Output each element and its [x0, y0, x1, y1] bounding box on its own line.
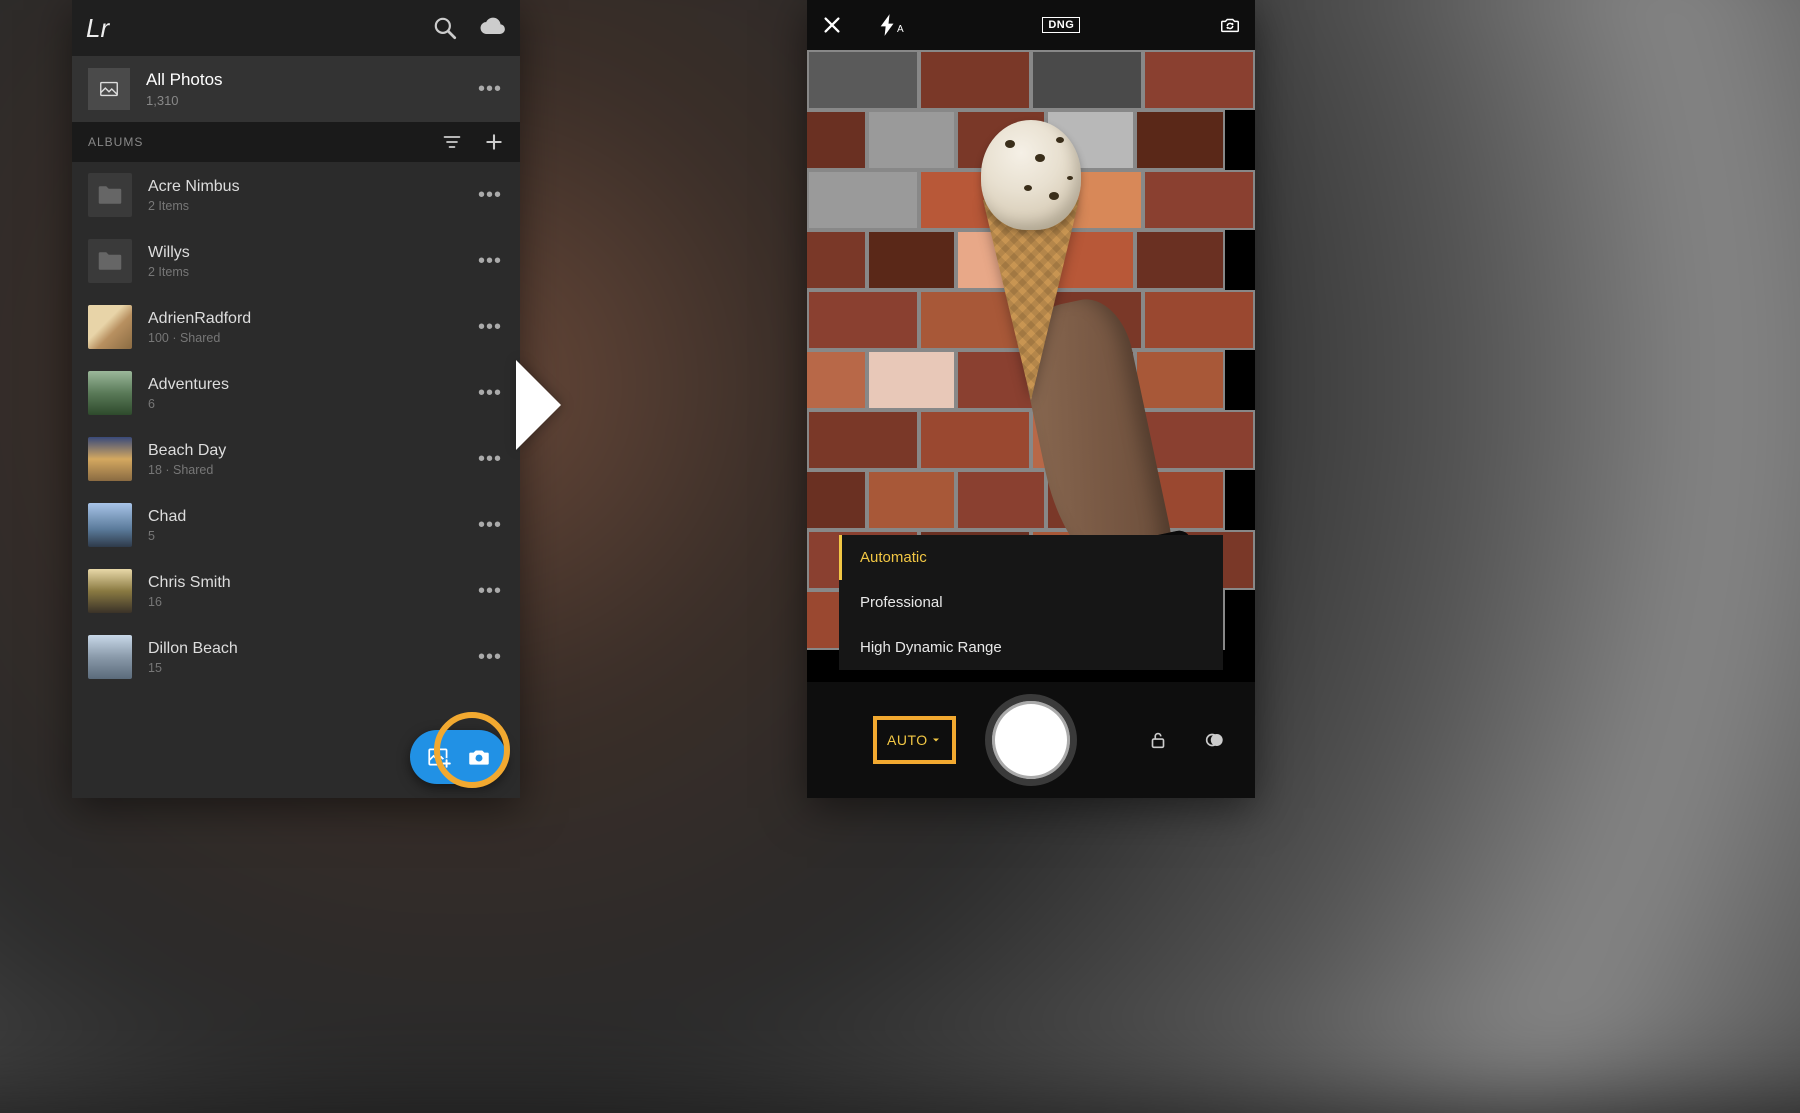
album-name: Chad: [148, 508, 476, 526]
album-name: AdrienRadford: [148, 310, 476, 328]
viewfinder-subject-cone: [983, 200, 1079, 400]
mode-select-label: AUTO: [887, 732, 928, 748]
album-name: Acre Nimbus: [148, 178, 476, 196]
all-photos-thumb: [88, 68, 130, 110]
album-row[interactable]: Adventures 6•••: [72, 360, 520, 426]
album-meta: 2 Items: [148, 265, 476, 279]
all-photos-title: All Photos: [146, 70, 476, 90]
album-meta: 18 · Shared: [148, 463, 476, 477]
add-photos-icon[interactable]: [426, 744, 452, 770]
album-meta: 16: [148, 595, 476, 609]
cloud-sync-icon[interactable]: [480, 15, 506, 41]
camera-mode-option[interactable]: Professional: [839, 580, 1223, 625]
open-camera-button[interactable]: [462, 740, 496, 774]
album-row[interactable]: Acre Nimbus 2 Items•••: [72, 162, 520, 228]
camera-mode-menu: AutomaticProfessionalHigh Dynamic Range: [839, 535, 1223, 670]
album-more-icon[interactable]: •••: [476, 316, 504, 339]
album-name: Dillon Beach: [148, 640, 476, 658]
transition-arrow-icon: [516, 360, 561, 450]
camera-mode-option[interactable]: High Dynamic Range: [839, 625, 1223, 670]
album-meta: 6: [148, 397, 476, 411]
flash-mode-label: A: [897, 24, 904, 35]
album-thumbnail: [88, 569, 132, 613]
phone-camera-view: A DNG AutomaticProfessionalHigh Dynamic …: [807, 0, 1255, 798]
mode-select-button[interactable]: AUTO: [873, 716, 956, 764]
format-badge[interactable]: DNG: [1042, 17, 1080, 33]
phone-library-view: Lr All Photos 1,310 ••• ALBUMS Acre Nimb…: [72, 0, 520, 798]
album-meta: 5: [148, 529, 476, 543]
all-photos-row[interactable]: All Photos 1,310 •••: [72, 56, 520, 122]
folder-icon: [88, 239, 132, 283]
albums-header: ALBUMS: [72, 122, 520, 162]
flash-icon: [877, 14, 899, 36]
album-meta: 15: [148, 661, 476, 675]
album-name: Chris Smith: [148, 574, 476, 592]
album-name: Beach Day: [148, 442, 476, 460]
album-thumbnail: [88, 635, 132, 679]
sort-icon[interactable]: [442, 132, 462, 152]
album-more-icon[interactable]: •••: [476, 382, 504, 405]
close-icon[interactable]: [821, 14, 843, 36]
album-more-icon[interactable]: •••: [476, 580, 504, 603]
album-row[interactable]: Chad 5•••: [72, 492, 520, 558]
album-more-icon[interactable]: •••: [476, 514, 504, 537]
album-thumbnail: [88, 371, 132, 415]
viewfinder-subject-icecream: [981, 120, 1081, 230]
floating-action-button: [410, 730, 506, 784]
album-thumbnail: [88, 503, 132, 547]
album-thumbnail: [88, 305, 132, 349]
camera-top-bar: A DNG: [807, 0, 1255, 50]
app-logo: Lr: [86, 13, 109, 44]
lock-open-icon[interactable]: [1147, 729, 1169, 751]
all-photos-count: 1,310: [146, 93, 476, 108]
album-more-icon[interactable]: •••: [476, 448, 504, 471]
album-name: Willys: [148, 244, 476, 262]
album-meta: 100 · Shared: [148, 331, 476, 345]
switch-camera-icon[interactable]: [1219, 14, 1241, 36]
filter-preset-icon[interactable]: [1203, 729, 1225, 751]
library-header: Lr: [72, 0, 520, 56]
album-row[interactable]: Chris Smith 16•••: [72, 558, 520, 624]
album-thumbnail: [88, 437, 132, 481]
album-more-icon[interactable]: •••: [476, 184, 504, 207]
chevron-down-icon: [930, 734, 942, 746]
flash-mode-button[interactable]: A: [877, 14, 904, 36]
camera-icon: [466, 744, 492, 770]
albums-label: ALBUMS: [88, 135, 420, 149]
album-name: Adventures: [148, 376, 476, 394]
floating-action-zone: [410, 730, 506, 784]
album-meta: 2 Items: [148, 199, 476, 213]
album-row[interactable]: Willys 2 Items•••: [72, 228, 520, 294]
album-more-icon[interactable]: •••: [476, 646, 504, 669]
shutter-button[interactable]: [985, 694, 1077, 786]
all-photos-more-icon[interactable]: •••: [476, 78, 504, 101]
folder-icon: [88, 173, 132, 217]
camera-mode-option[interactable]: Automatic: [839, 535, 1223, 580]
camera-bottom-bar: AUTO: [807, 682, 1255, 798]
search-icon[interactable]: [432, 15, 458, 41]
add-album-icon[interactable]: [484, 132, 504, 152]
album-row[interactable]: Beach Day 18 · Shared•••: [72, 426, 520, 492]
album-row[interactable]: Dillon Beach 15•••: [72, 624, 520, 690]
album-more-icon[interactable]: •••: [476, 250, 504, 273]
image-icon: [98, 78, 120, 100]
album-row[interactable]: AdrienRadford 100 · Shared•••: [72, 294, 520, 360]
